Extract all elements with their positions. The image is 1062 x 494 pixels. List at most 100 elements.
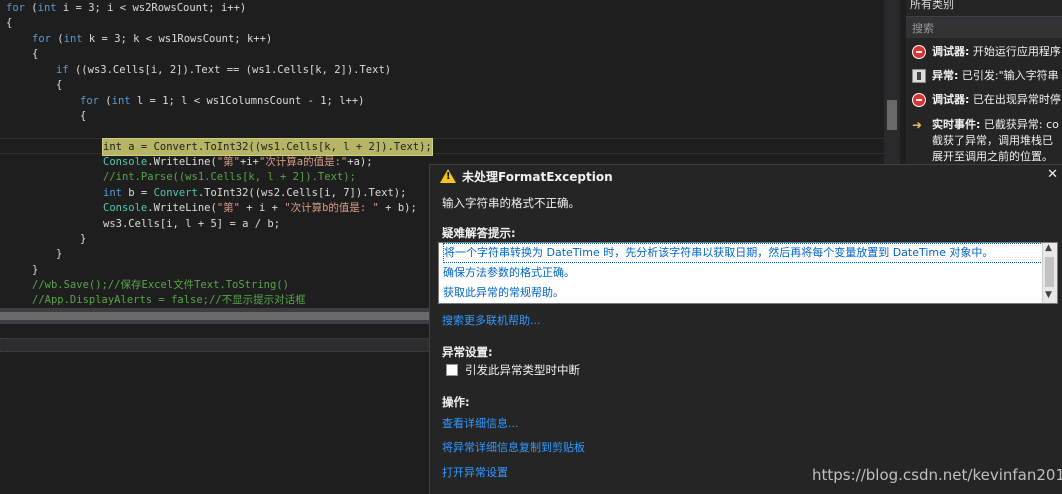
event-label: 调试器: — [932, 93, 970, 106]
search-online-help-link[interactable]: 搜索更多联机帮助... — [442, 312, 541, 328]
code-token: [k, 2]).Text) — [308, 64, 392, 76]
event-text: 已在出现异常时停 — [969, 93, 1061, 106]
code-token: "第" — [216, 156, 240, 168]
open-exception-settings-link[interactable]: 打开异常设置 — [442, 464, 508, 480]
event-row[interactable]: 调试器: 开始运行应用程序 — [906, 44, 1062, 62]
code-line: for (int k = 3; k < ws1RowsCount; k++) — [32, 31, 272, 47]
event-text-line3: 展开至调用之前的位置。 — [932, 150, 1053, 163]
exception-icon — [912, 69, 926, 83]
code-token: + b); — [378, 202, 417, 214]
code-token: a = — [121, 141, 154, 153]
code-token: for — [80, 95, 99, 107]
scroll-down-icon[interactable]: ▼ — [1045, 290, 1052, 300]
code-line: { — [6, 17, 13, 29]
code-token: [i, l + 5] = a / b; — [159, 218, 281, 230]
code-line: { — [32, 48, 39, 60]
code-line: Console.WriteLine("第"+i+"次计算a的值是:"+a); — [103, 154, 373, 170]
diagnostic-events-pane: 所有类别 搜索 调试器: 开始运行应用程序 异常: 已引发:"输入字符串 调试器… — [906, 0, 1062, 166]
code-token: ( — [50, 33, 64, 45]
code-token: int — [63, 33, 83, 45]
code-token: i = 3; i < ws2RowsCount; i++) — [56, 2, 247, 14]
code-token: .ToInt32((ws2.Cells[i, 7]).Text); — [197, 187, 407, 199]
code-token: Cells — [112, 64, 145, 76]
code-token: Console — [103, 202, 148, 214]
code-token: int — [37, 2, 57, 14]
code-token: Convert — [153, 187, 198, 199]
exception-settings-heading: 异常设置: — [442, 345, 493, 359]
code-token: WriteLine — [153, 202, 211, 214]
event-text: 已引发:"输入字符串 — [958, 69, 1059, 82]
code-token: .ToInt32((ws1.Cells[k, l + 2]).Text); — [197, 141, 432, 153]
code-token: ( — [24, 2, 38, 14]
break-on-exception-checkbox[interactable] — [446, 364, 458, 376]
code-line: //int.Parse((ws1.Cells[k, l + 2]).Text); — [103, 171, 356, 183]
event-label: 实时事件: — [932, 118, 981, 131]
code-token: ws3. — [103, 218, 129, 230]
code-line: } — [56, 248, 63, 260]
events-search-input[interactable]: 搜索 — [906, 16, 1062, 38]
exception-highlighted-line: int a = Convert.ToInt32((ws1.Cells[k, l … — [102, 138, 433, 156]
event-label: 调试器: — [932, 45, 970, 58]
code-line: int b = Convert.ToInt32((ws2.Cells[i, 7]… — [103, 185, 406, 201]
scrollbar-thumb[interactable] — [1045, 257, 1054, 287]
exception-title: 未处理FormatException — [462, 170, 613, 184]
event-row[interactable]: 调试器: 已在出现异常时停 — [906, 92, 1062, 110]
code-line: } — [32, 264, 39, 276]
pane-category-filter[interactable]: 所有类别 — [910, 0, 954, 12]
close-icon[interactable]: ✕ — [1047, 167, 1058, 182]
code-token: int — [103, 141, 122, 153]
stop-icon — [912, 45, 926, 59]
code-line: if ((ws3.Cells[i, 2]).Text == (ws1.Cells… — [56, 62, 391, 78]
exception-message: 输入字符串的格式不正确。 — [442, 196, 580, 210]
event-text: 开始运行应用程序 — [969, 45, 1061, 58]
code-token: int — [111, 95, 131, 107]
scroll-up-icon[interactable]: ▲ — [1045, 243, 1052, 253]
hint-link[interactable]: 获取此异常的常规帮助。 — [443, 283, 1043, 303]
checkbox-label: 引发此异常类型时中断 — [465, 363, 580, 377]
code-token: l = 1; l < ws1ColumnsCount - 1; l++) — [130, 95, 365, 107]
event-row[interactable]: 异常: 已引发:"输入字符串 — [906, 68, 1062, 86]
code-token: Convert — [153, 141, 198, 153]
code-token: "次计算a的值是:" — [258, 156, 348, 168]
hints-scrollbar[interactable]: ▲ ▼ — [1042, 243, 1057, 303]
code-token: if — [56, 64, 69, 76]
event-text: 已截获异常: co — [980, 118, 1059, 131]
search-placeholder: 搜索 — [912, 22, 934, 35]
code-token: Cells — [277, 64, 309, 76]
code-line: for (int l = 1; l < ws1ColumnsCount - 1;… — [80, 93, 365, 109]
copy-details-link[interactable]: 将异常详细信息复制到剪贴板 — [442, 439, 585, 455]
code-token: WriteLine — [153, 156, 211, 168]
code-line: for (int i = 3; i < ws2RowsCount; i++) — [6, 0, 246, 16]
code-line: //wb.Save();//保存Excel文件Text.ToString() — [32, 279, 289, 291]
hint-link[interactable]: 确保方法参数的格式正确。 — [443, 263, 1043, 283]
watermark-text: https://blog.csdn.net/kevinfan2011 — [812, 466, 1062, 484]
code-token: Cells — [128, 218, 160, 230]
stop-icon — [912, 93, 926, 107]
code-token: +i+ — [239, 156, 259, 168]
code-token: +a); — [347, 156, 373, 168]
code-line: { — [56, 79, 63, 91]
event-text-line2: 截获了异常，调用堆栈已 — [932, 134, 1053, 147]
code-token: ( — [98, 95, 112, 107]
troubleshooting-list: 将一个字符串转换为 DateTime 时，先分析该字符串以获取日期，然后再将每个… — [438, 242, 1058, 304]
code-line: //App.DisplayAlerts = false;//不显示提示对话框 — [32, 294, 306, 306]
scrollbar-thumb[interactable] — [887, 100, 897, 130]
code-token: [i, 2]).Text == (ws1. — [144, 64, 278, 76]
arrow-icon: ➜ — [912, 118, 923, 132]
view-details-link[interactable]: 查看详细信息... — [442, 415, 519, 431]
warning-icon: ! — [440, 169, 456, 183]
code-token: ((ws3. — [68, 64, 113, 76]
code-token: + i + — [239, 202, 285, 214]
code-token: int — [103, 187, 122, 199]
code-line: { — [80, 110, 87, 122]
code-line: Console.WriteLine("第" + i + "次计算b的值是: " … — [103, 200, 417, 216]
event-row[interactable]: ➜ 实时事件: 已截获异常: co 截获了异常，调用堆栈已 展开至调用之前的位置… — [906, 117, 1062, 166]
event-label: 异常: — [932, 69, 959, 82]
code-line: ws3.Cells[i, l + 5] = a / b; — [103, 216, 280, 232]
code-token: "次计算b的值是: " — [284, 202, 379, 214]
hint-link[interactable]: 将一个字符串转换为 DateTime 时，先分析该字符串以获取日期，然后再将每个… — [443, 243, 1043, 263]
code-token: for — [6, 2, 25, 14]
code-token: for — [32, 33, 51, 45]
code-line: } — [80, 233, 87, 245]
code-token: b = — [121, 187, 154, 199]
